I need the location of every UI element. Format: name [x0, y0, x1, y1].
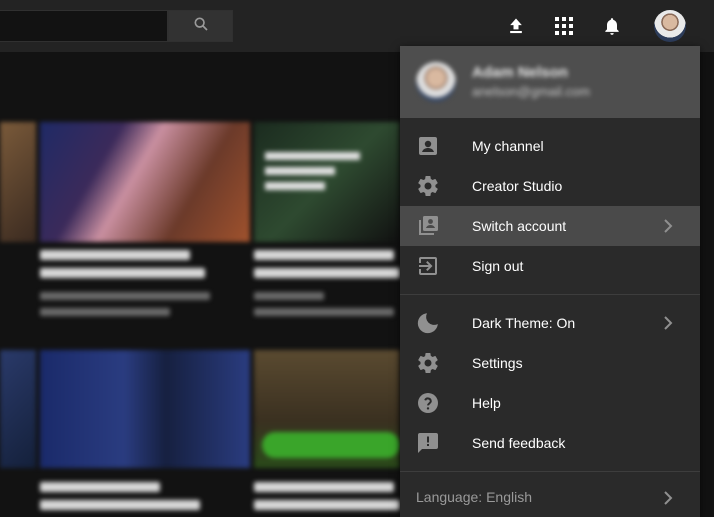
language-label: Language: English [416, 489, 532, 505]
menu-item-label: My channel [472, 138, 544, 154]
menu-item-dark-theme[interactable]: Dark Theme: On [400, 303, 700, 343]
account-box-icon [416, 134, 440, 158]
menu-item-label: Sign out [472, 258, 524, 274]
divider [400, 471, 700, 472]
account-name: Adam Nelson [472, 64, 568, 81]
menu-item-settings[interactable]: Settings [400, 343, 700, 383]
moon-icon [416, 311, 440, 335]
video-thumbnail[interactable] [40, 122, 250, 242]
menu-item-label: Help [472, 395, 501, 411]
search-input[interactable] [0, 10, 168, 42]
account-header: Adam Nelson anelson@gmail.com [400, 46, 700, 118]
divider [400, 294, 700, 295]
masthead [0, 0, 714, 52]
menu-item-label: Creator Studio [472, 178, 563, 194]
feedback-icon [416, 431, 440, 455]
account-avatar-button[interactable] [654, 10, 686, 42]
menu-item-label: Send feedback [472, 435, 566, 451]
upload-icon[interactable] [504, 14, 528, 38]
menu-item-switch-account[interactable]: Switch account [400, 206, 700, 246]
menu-item-help[interactable]: Help [400, 383, 700, 423]
chevron-right-icon [656, 311, 680, 335]
video-thumbnail[interactable] [0, 122, 36, 242]
video-title[interactable] [40, 250, 190, 260]
menu-item-send-feedback[interactable]: Send feedback [400, 423, 700, 463]
menu-item-language[interactable]: Language: English [400, 478, 700, 517]
menu-item-label: Switch account [472, 218, 567, 234]
menu-item-label: Dark Theme: On [472, 315, 576, 331]
menu-item-my-channel[interactable]: My channel [400, 126, 700, 166]
video-thumbnail[interactable] [40, 350, 250, 468]
avatar [416, 62, 456, 102]
switch-account-icon [416, 214, 440, 238]
sign-out-icon [416, 254, 440, 278]
search-icon [193, 16, 209, 37]
apps-grid-icon[interactable] [552, 14, 576, 38]
menu-item-label: Settings [472, 355, 523, 371]
help-icon [416, 391, 440, 415]
notifications-bell-icon[interactable] [600, 14, 624, 38]
chevron-right-icon [656, 486, 680, 510]
account-email: anelson@gmail.com [472, 84, 590, 99]
account-menu: Adam Nelson anelson@gmail.com My channel… [400, 46, 700, 517]
gear-icon [416, 174, 440, 198]
video-thumbnail[interactable] [0, 350, 36, 468]
chevron-right-icon [656, 214, 680, 238]
menu-item-creator-studio[interactable]: Creator Studio [400, 166, 700, 206]
gear-icon [416, 351, 440, 375]
search-button[interactable] [168, 10, 233, 42]
menu-item-sign-out[interactable]: Sign out [400, 246, 700, 286]
